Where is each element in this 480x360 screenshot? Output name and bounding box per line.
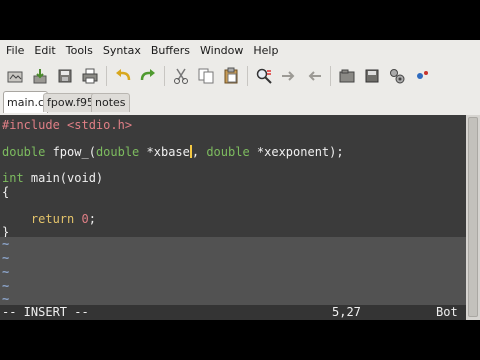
include-directive: #include: [2, 118, 60, 132]
tab-fpow-f95[interactable]: fpow.f95: [43, 93, 98, 112]
toolbar-separator: [164, 66, 165, 86]
toolbar-separator: [106, 66, 107, 86]
find-prev-icon[interactable]: [304, 66, 324, 86]
eob-tilde: ~: [2, 251, 10, 265]
menu-window[interactable]: Window: [195, 40, 248, 62]
function-name: fpow_(: [45, 145, 96, 159]
vertical-scrollbar[interactable]: [466, 115, 480, 320]
buffer-tabs: main.c fpow.f95 notes: [0, 91, 480, 113]
find-next-icon[interactable]: [279, 66, 299, 86]
scroll-percent: Bot: [436, 305, 458, 319]
code-editor[interactable]: #include <stdio.h> double fpow_(double *…: [0, 115, 466, 320]
undo-icon[interactable]: [113, 66, 133, 86]
menu-help[interactable]: Help: [248, 40, 283, 62]
type-keyword: double: [206, 145, 250, 159]
code-line-8: return 0;: [2, 212, 96, 226]
scrollbar-thumb[interactable]: [468, 117, 478, 317]
eob-tilde: ~: [2, 237, 10, 251]
toolbar: [0, 62, 480, 90]
end-of-buffer-area: ~ ~ ~ ~ ~: [0, 237, 466, 306]
paste-icon[interactable]: [221, 66, 241, 86]
toolbar-separator: [247, 66, 248, 86]
run-script-icon[interactable]: [387, 66, 407, 86]
toolbar-separator: [330, 66, 331, 86]
code-line-3: double fpow_(double *xbase, double *xexp…: [2, 145, 344, 159]
semicolon: ;: [88, 212, 96, 226]
menubar: File Edit Tools Syntax Buffers Window He…: [0, 40, 480, 62]
save-session-icon[interactable]: [362, 66, 382, 86]
menu-buffers[interactable]: Buffers: [146, 40, 195, 62]
redo-icon[interactable]: [138, 66, 158, 86]
save-icon[interactable]: [30, 66, 50, 86]
tab-notes[interactable]: notes: [91, 93, 130, 112]
code-line-6: {: [2, 185, 9, 199]
cursor-position: 5,27: [332, 305, 361, 319]
status-line: -- INSERT -- 5,27 Bot: [0, 305, 466, 320]
menu-syntax[interactable]: Syntax: [98, 40, 146, 62]
param-separator: ,: [191, 145, 207, 159]
return-keyword: return: [30, 212, 75, 226]
include-file: <stdio.h>: [67, 118, 133, 132]
save-all-icon[interactable]: [55, 66, 75, 86]
return-value: 0: [81, 212, 89, 226]
menu-tools[interactable]: Tools: [61, 40, 98, 62]
code-line-5: int main(void): [2, 171, 103, 185]
cut-icon[interactable]: [171, 66, 191, 86]
find-replace-icon[interactable]: [254, 66, 274, 86]
open-icon[interactable]: [5, 66, 25, 86]
make-icon[interactable]: [412, 66, 432, 86]
eob-tilde: ~: [2, 279, 10, 293]
main-signature: main(void): [23, 171, 104, 185]
copy-icon[interactable]: [196, 66, 216, 86]
tab-main-c[interactable]: main.c: [3, 91, 49, 113]
gvim-window: File Edit Tools Syntax Buffers Window He…: [0, 40, 480, 320]
menu-file[interactable]: File: [0, 40, 29, 62]
code-line-1: #include <stdio.h>: [2, 118, 132, 132]
eob-tilde: ~: [2, 292, 10, 306]
mode-indicator: -- INSERT --: [2, 305, 89, 319]
menu-edit[interactable]: Edit: [29, 40, 60, 62]
type-keyword: double: [2, 145, 46, 159]
open-brace: {: [2, 185, 10, 199]
type-keyword: int: [2, 171, 24, 185]
load-session-icon[interactable]: [337, 66, 357, 86]
param-name: *xexponent);: [249, 145, 344, 159]
param-name: *xbase: [139, 145, 190, 159]
print-icon[interactable]: [80, 66, 100, 86]
type-keyword: double: [95, 145, 140, 159]
eob-tilde: ~: [2, 265, 10, 279]
